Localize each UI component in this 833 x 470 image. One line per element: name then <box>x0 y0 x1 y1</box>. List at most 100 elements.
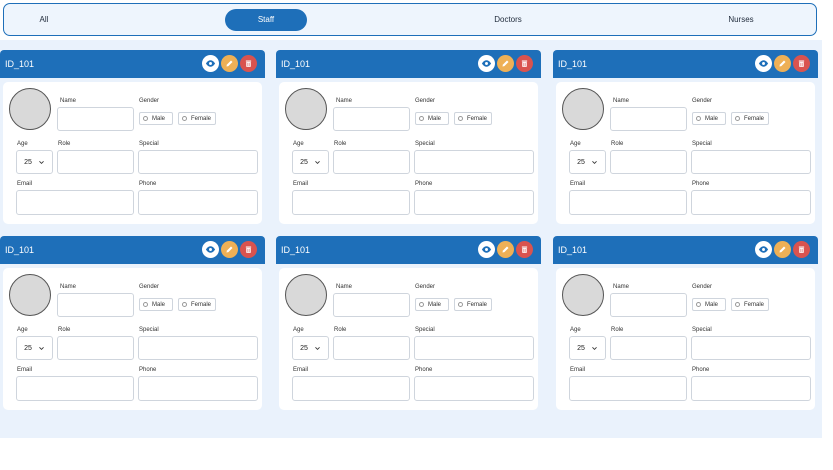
email-label: Email <box>17 181 33 187</box>
role-input[interactable] <box>57 150 134 174</box>
staff-card: ID_101 Name Gender Male Female Age 25 Ro… <box>0 236 265 410</box>
phone-input[interactable] <box>138 376 258 401</box>
email-input[interactable] <box>292 190 410 215</box>
edit-button[interactable] <box>221 241 238 258</box>
staff-id: ID_101 <box>558 59 588 69</box>
gender-female-radio[interactable]: Female <box>731 112 769 125</box>
delete-button[interactable] <box>793 241 810 258</box>
edit-button[interactable] <box>497 55 514 72</box>
edit-button[interactable] <box>774 241 791 258</box>
age-select[interactable]: 25 <box>16 150 53 174</box>
name-input[interactable] <box>610 293 687 317</box>
age-select[interactable]: 25 <box>16 336 53 360</box>
chevron-down-icon <box>315 346 320 350</box>
chevron-down-icon <box>39 346 44 350</box>
age-select[interactable]: 25 <box>292 336 329 360</box>
delete-button[interactable] <box>516 55 533 72</box>
view-button[interactable] <box>755 55 772 72</box>
phone-input[interactable] <box>691 190 811 215</box>
gender-male-radio[interactable]: Male <box>139 112 173 125</box>
email-input[interactable] <box>16 376 134 401</box>
card-body: Name Gender Male Female Age 25 Role Spec… <box>556 82 815 224</box>
tab-staff[interactable]: Staff <box>225 9 307 31</box>
gender-female-radio[interactable]: Female <box>178 112 216 125</box>
delete-button[interactable] <box>240 241 257 258</box>
view-button[interactable] <box>202 55 219 72</box>
special-input[interactable] <box>138 336 258 360</box>
name-input[interactable] <box>333 107 410 131</box>
age-select[interactable]: 25 <box>292 150 329 174</box>
gender-male-radio[interactable]: Male <box>415 298 449 311</box>
special-label: Special <box>692 327 712 333</box>
email-input[interactable] <box>569 190 687 215</box>
gender-female-radio[interactable]: Female <box>454 112 492 125</box>
trash-icon <box>521 60 528 67</box>
role-input[interactable] <box>610 150 687 174</box>
view-button[interactable] <box>755 241 772 258</box>
tab-doctors[interactable]: Doctors <box>466 4 550 35</box>
gender-male-radio[interactable]: Male <box>139 298 173 311</box>
gender-female-radio[interactable]: Female <box>454 298 492 311</box>
edit-button[interactable] <box>774 55 791 72</box>
eye-icon <box>481 246 492 253</box>
avatar <box>562 274 604 316</box>
phone-label: Phone <box>139 367 157 373</box>
delete-button[interactable] <box>240 55 257 72</box>
view-button[interactable] <box>202 241 219 258</box>
name-label: Name <box>336 98 353 104</box>
edit-button[interactable] <box>221 55 238 72</box>
eye-icon <box>758 246 769 253</box>
name-input[interactable] <box>57 293 134 317</box>
radio-dot <box>182 116 187 121</box>
phone-input[interactable] <box>414 190 534 215</box>
edit-button[interactable] <box>497 241 514 258</box>
name-label: Name <box>613 98 630 104</box>
radio-dot <box>458 116 463 121</box>
name-input[interactable] <box>610 107 687 131</box>
phone-input[interactable] <box>138 190 258 215</box>
special-input[interactable] <box>414 150 534 174</box>
email-input[interactable] <box>16 190 134 215</box>
age-select[interactable]: 25 <box>569 150 606 174</box>
delete-button[interactable] <box>516 241 533 258</box>
phone-label: Phone <box>139 181 157 187</box>
tab-nurses[interactable]: Nurses <box>699 4 783 35</box>
trash-icon <box>798 246 805 253</box>
role-input[interactable] <box>610 336 687 360</box>
email-input[interactable] <box>292 376 410 401</box>
gender-male-radio[interactable]: Male <box>692 112 726 125</box>
staff-card-grid: ID_101 Name Gender Male Female Age 25 Ro… <box>0 40 822 438</box>
radio-dot <box>143 302 148 307</box>
card-body: Name Gender Male Female Age 25 Role Spec… <box>3 82 262 224</box>
radio-dot <box>458 302 463 307</box>
name-input[interactable] <box>333 293 410 317</box>
card-actions <box>478 241 533 258</box>
age-select[interactable]: 25 <box>569 336 606 360</box>
radio-dot <box>419 116 424 121</box>
role-input[interactable] <box>57 336 134 360</box>
name-input[interactable] <box>57 107 134 131</box>
radio-dot <box>182 302 187 307</box>
role-input[interactable] <box>333 336 410 360</box>
tab-all[interactable]: All <box>4 4 84 35</box>
delete-button[interactable] <box>793 55 810 72</box>
chevron-down-icon <box>592 346 597 350</box>
trash-icon <box>245 60 252 67</box>
gender-male-radio[interactable]: Male <box>692 298 726 311</box>
gender-male-radio[interactable]: Male <box>415 112 449 125</box>
phone-input[interactable] <box>414 376 534 401</box>
view-button[interactable] <box>478 241 495 258</box>
role-input[interactable] <box>333 150 410 174</box>
email-input[interactable] <box>569 376 687 401</box>
staff-id: ID_101 <box>281 245 311 255</box>
email-label: Email <box>293 367 309 373</box>
phone-input[interactable] <box>691 376 811 401</box>
special-input[interactable] <box>691 150 811 174</box>
gender-female-radio[interactable]: Female <box>731 298 769 311</box>
gender-female-radio[interactable]: Female <box>178 298 216 311</box>
special-input[interactable] <box>138 150 258 174</box>
pencil-icon <box>226 60 233 67</box>
view-button[interactable] <box>478 55 495 72</box>
special-input[interactable] <box>414 336 534 360</box>
special-input[interactable] <box>691 336 811 360</box>
